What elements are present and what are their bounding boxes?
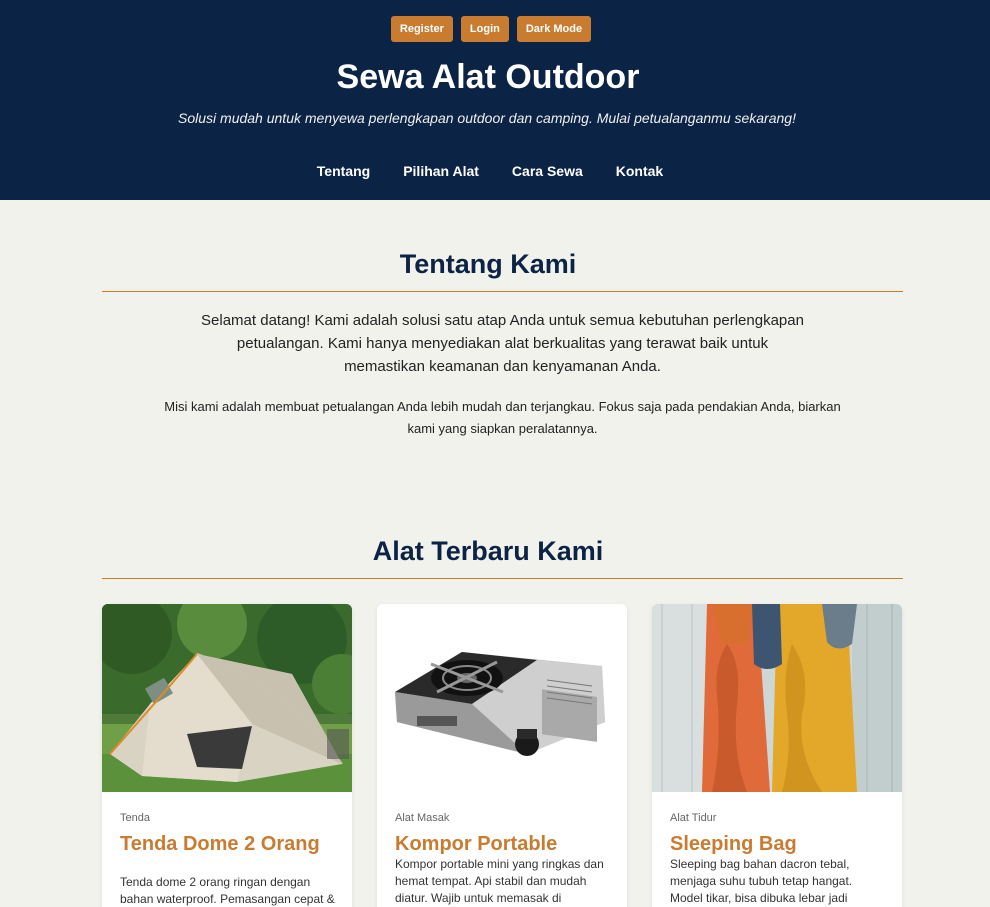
tools-divider	[102, 578, 903, 579]
site-tagline: Solusi mudah untuk menyewa perlengkapan …	[178, 110, 796, 126]
product-name[interactable]: Sleeping Bag	[670, 833, 797, 856]
tools-section-title: Alat Terbaru Kami	[372, 536, 604, 566]
site-header: Register Login Dark Mode Sewa Alat Outdo…	[0, 0, 990, 200]
nav-item-tentang[interactable]: Tentang	[300, 163, 386, 179]
auth-bar: Register Login Dark Mode	[0, 16, 990, 42]
nav-item-cara-sewa[interactable]: Cara Sewa	[495, 163, 599, 179]
product-description: Sleeping bag bahan dacron tebal, menjaga…	[670, 857, 853, 905]
product-category: Alat Masak	[395, 812, 450, 824]
sleeping-bag-image	[652, 604, 902, 792]
site-title: Sewa Alat Outdoor	[336, 58, 640, 96]
product-description: Kompor portable mini yang ringkas dan he…	[395, 857, 604, 905]
about-divider	[102, 291, 903, 292]
product-card-sleeping-bag[interactable]: Alat Tidur Sleeping Bag Sleeping bag bah…	[652, 604, 902, 907]
product-name[interactable]: Tenda Dome 2 Orang	[120, 833, 320, 856]
main-nav: Tentang Pilihan Alat Cara Sewa Kontak	[0, 163, 990, 179]
product-category: Tenda	[120, 812, 150, 824]
product-card-kompor[interactable]: Alat Masak Kompor Portable Kompor portab…	[377, 604, 627, 907]
tent-image	[102, 604, 352, 792]
login-button[interactable]: Login	[460, 16, 509, 42]
nav-item-kontak[interactable]: Kontak	[599, 163, 679, 179]
dark-mode-button[interactable]: Dark Mode	[516, 16, 592, 42]
about-paragraph-2: Misi kami adalah membuat petualangan And…	[164, 399, 841, 436]
about-section-title: Tentang Kami	[399, 249, 577, 279]
product-card-tenda[interactable]: Tenda Tenda Dome 2 Orang Tenda dome 2 or…	[102, 604, 352, 907]
product-category: Alat Tidur	[670, 812, 717, 824]
nav-item-pilihan-alat[interactable]: Pilihan Alat	[387, 163, 496, 179]
stove-image	[377, 604, 627, 792]
about-paragraph-1: Selamat datang! Kami adalah solusi satu …	[201, 312, 804, 375]
register-button[interactable]: Register	[390, 16, 453, 42]
product-description: Tenda dome 2 orang ringan dengan bahan w…	[120, 875, 335, 906]
product-name[interactable]: Kompor Portable	[395, 833, 557, 856]
